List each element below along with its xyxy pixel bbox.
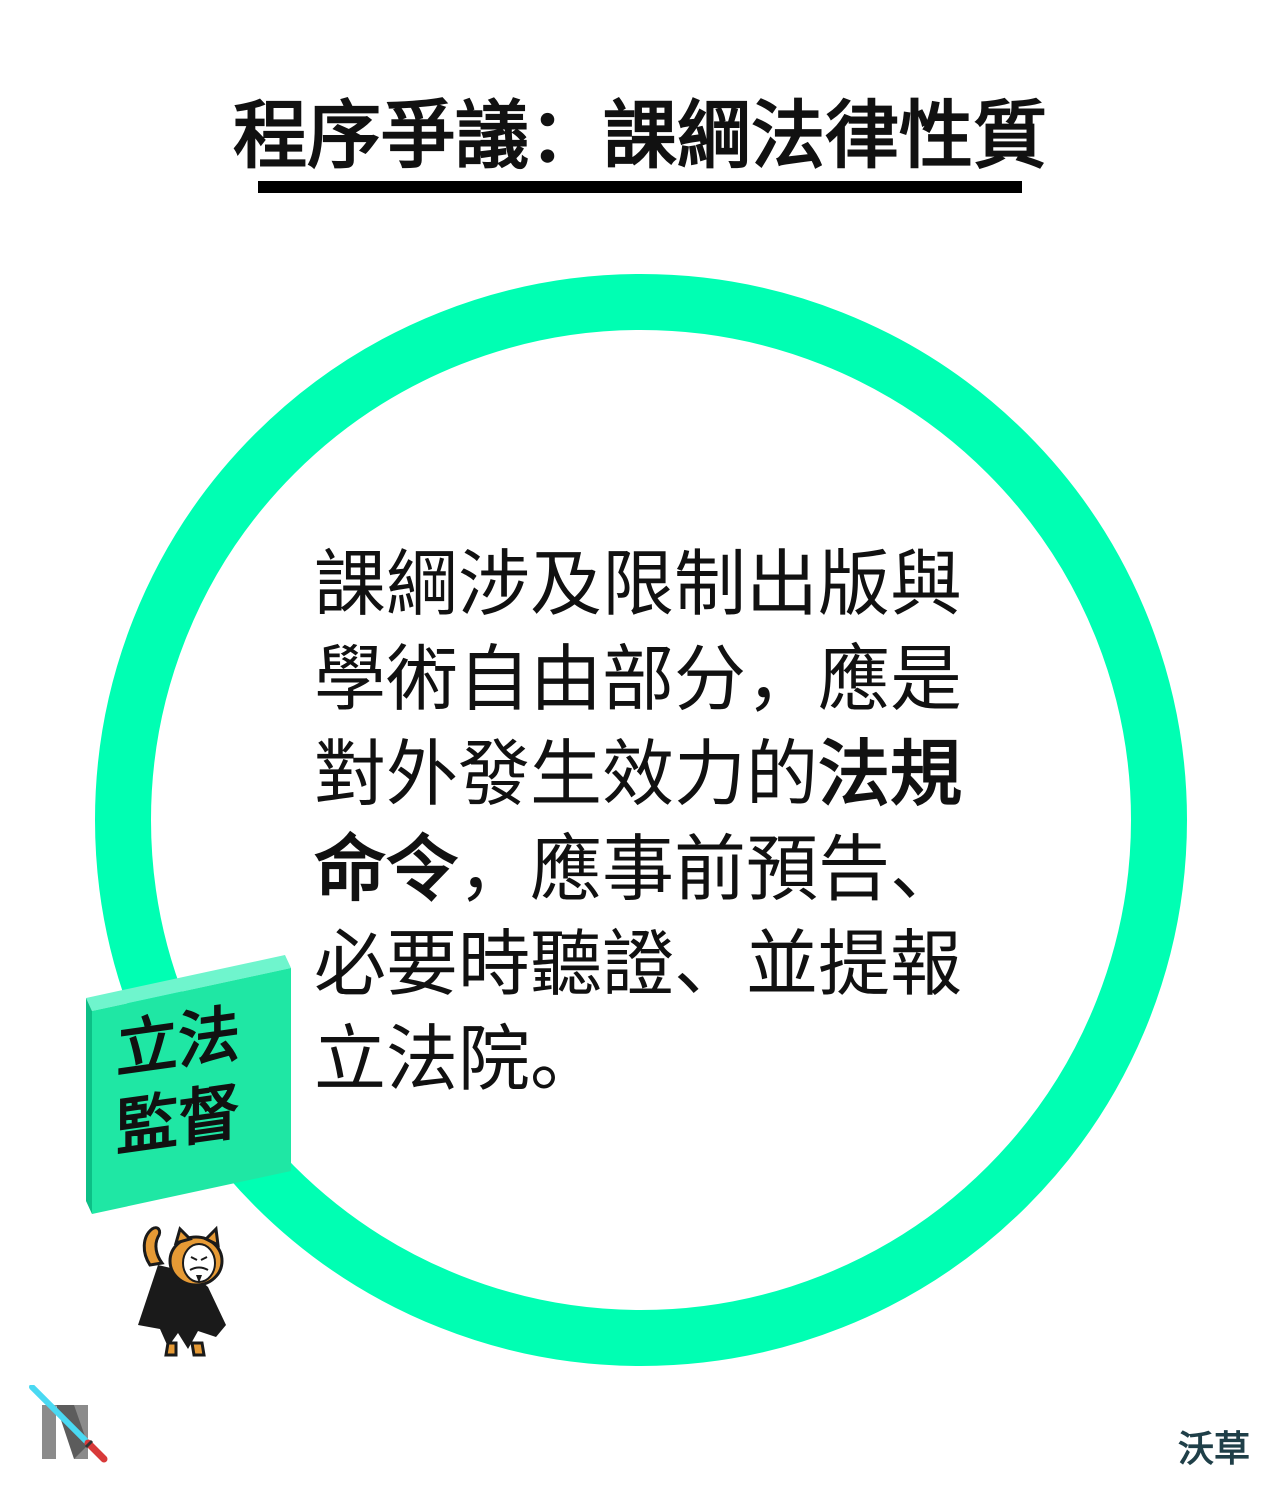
brand-name: 沃草 xyxy=(1177,1429,1250,1470)
tag-badge-side xyxy=(86,998,92,1214)
tag-label: 立法 監督 xyxy=(116,990,276,1168)
page-title: 程序爭議：課綱法律性質 xyxy=(233,93,1047,179)
body-paragraph: 課綱涉及限制出版與學術自由部分，應是對外發生效力的法規命令，應事前預告、必要時聽… xyxy=(314,537,974,1107)
lightsaber-logo-icon xyxy=(29,1385,108,1463)
title-underline xyxy=(258,181,1022,193)
masked-cat-mascot-icon xyxy=(138,1225,226,1357)
